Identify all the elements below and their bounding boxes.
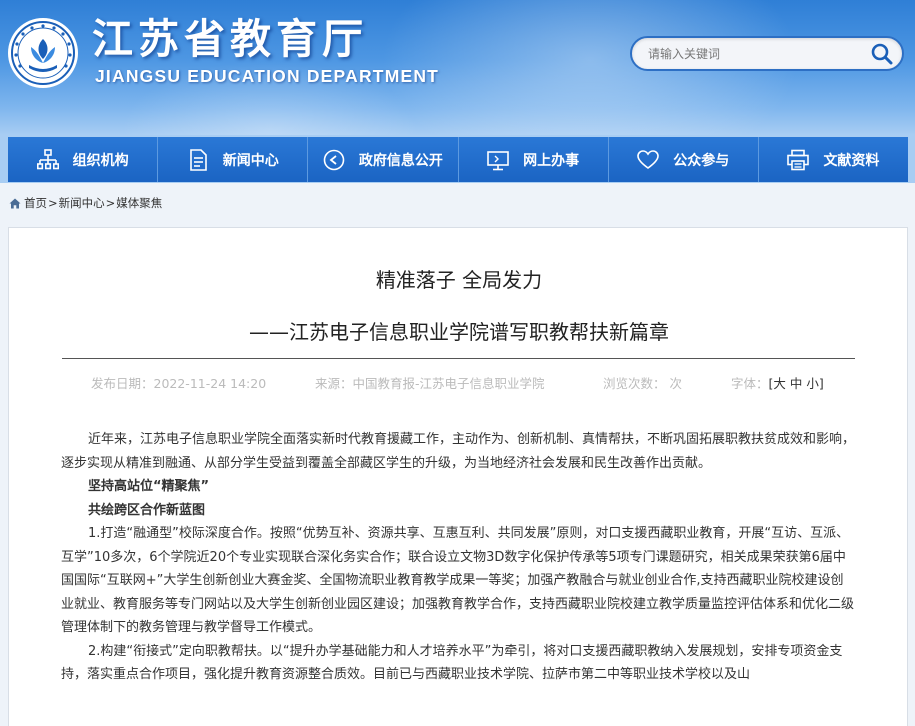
article-title: 精准落子 全局发力 bbox=[375, 268, 543, 292]
nav-item-news-center[interactable]: 新闻中心 bbox=[158, 137, 309, 182]
article-section-heading: 坚持高站位“精聚焦” bbox=[88, 479, 210, 494]
breadcrumb-home-link[interactable]: 首页 bbox=[24, 195, 47, 211]
main-nav-bar: 组织机构 新闻中心 政府信息公开 网上办事 公众参与 文献资料 bbox=[8, 137, 909, 182]
heart-icon bbox=[637, 149, 660, 169]
nav-item-label: 网上办事 bbox=[523, 152, 580, 169]
nav-item-label: 文献资料 bbox=[823, 152, 880, 169]
printer-icon bbox=[787, 149, 810, 170]
article-source: 来源：中国教育报-江苏电子信息职业学院 bbox=[315, 376, 545, 391]
chat-bubble-icon bbox=[323, 149, 345, 170]
nav-item-public-participation[interactable]: 公众参与 bbox=[608, 137, 759, 182]
breadcrumb-separator: > bbox=[105, 196, 116, 210]
site-subtitle: JIANGSU EDUCATION DEPARTMENT bbox=[95, 66, 440, 86]
nav-item-label: 新闻中心 bbox=[222, 152, 279, 169]
nav-item-documents[interactable]: 文献资料 bbox=[758, 137, 909, 182]
nav-item-label: 公众参与 bbox=[673, 152, 730, 169]
monitor-icon bbox=[487, 150, 509, 170]
nav-item-gov-info[interactable]: 政府信息公开 bbox=[308, 137, 459, 182]
font-size-small-button[interactable]: 小 bbox=[806, 376, 819, 391]
org-chart-icon bbox=[36, 148, 59, 169]
article-meta: 发布日期：2022-11-24 14:20 来源：中国教育报-江苏电子信息职业学… bbox=[91, 373, 851, 391]
document-icon bbox=[189, 148, 207, 171]
nav-item-label: 政府信息公开 bbox=[358, 152, 443, 169]
search-input[interactable] bbox=[648, 45, 858, 63]
article-paragraph: 2.构建“衔接式”定向职教帮扶。以“提升办学基础能力和人才培养水平”为牵引，将对… bbox=[61, 643, 843, 683]
site-header: 江苏省教育厅 JIANGSU EDUCATION DEPARTMENT bbox=[0, 0, 915, 135]
article-paragraph: 1.打造“融通型”校际深度合作。按照“优势互补、资源共享、互惠互利、共同发展”原… bbox=[61, 526, 855, 635]
font-size-large-button[interactable]: 大 bbox=[773, 376, 786, 391]
search-icon[interactable] bbox=[869, 41, 895, 67]
font-size-control: 字体：[大 中 小] bbox=[731, 373, 824, 392]
article-body: 近年来，江苏电子信息职业学院全面落实新时代教育援藏工作，主动作为、创新机制、真情… bbox=[61, 428, 856, 687]
nav-item-organization[interactable]: 组织机构 bbox=[8, 137, 159, 182]
breadcrumb-current-link[interactable]: 媒体聚焦 bbox=[116, 195, 162, 211]
breadcrumb: 首页 > 新闻中心 > 媒体聚焦 bbox=[9, 195, 162, 211]
search-box bbox=[630, 36, 904, 71]
department-logo-icon[interactable] bbox=[7, 17, 79, 89]
font-size-bracket: ] bbox=[818, 376, 824, 391]
breadcrumb-news-link[interactable]: 新闻中心 bbox=[59, 195, 105, 211]
font-size-medium-button[interactable]: 中 bbox=[790, 376, 803, 391]
publish-date: 发布日期：2022-11-24 14:20 bbox=[91, 376, 267, 391]
font-size-label: 字体： bbox=[731, 376, 769, 391]
title-divider bbox=[62, 358, 855, 359]
home-icon bbox=[9, 198, 21, 208]
view-count: 浏览次数： 次 bbox=[603, 376, 682, 391]
nav-item-label: 组织机构 bbox=[72, 152, 129, 169]
article-subtitle: ——江苏电子信息职业学院谱写职教帮扶新篇章 bbox=[249, 320, 669, 344]
article-container: 精准落子 全局发力 ——江苏电子信息职业学院谱写职教帮扶新篇章 发布日期：202… bbox=[8, 227, 908, 726]
article-paragraph: 近年来，江苏电子信息职业学院全面落实新时代教育援藏工作，主动作为、创新机制、真情… bbox=[61, 432, 856, 471]
nav-item-online-services[interactable]: 网上办事 bbox=[458, 137, 609, 182]
article-section-heading: 共绘跨区合作新蓝图 bbox=[88, 502, 206, 518]
breadcrumb-separator: > bbox=[48, 196, 58, 210]
site-title: 江苏省教育厅 bbox=[92, 15, 368, 63]
main-nav: 组织机构 新闻中心 政府信息公开 网上办事 公众参与 文献资料 bbox=[0, 135, 915, 183]
